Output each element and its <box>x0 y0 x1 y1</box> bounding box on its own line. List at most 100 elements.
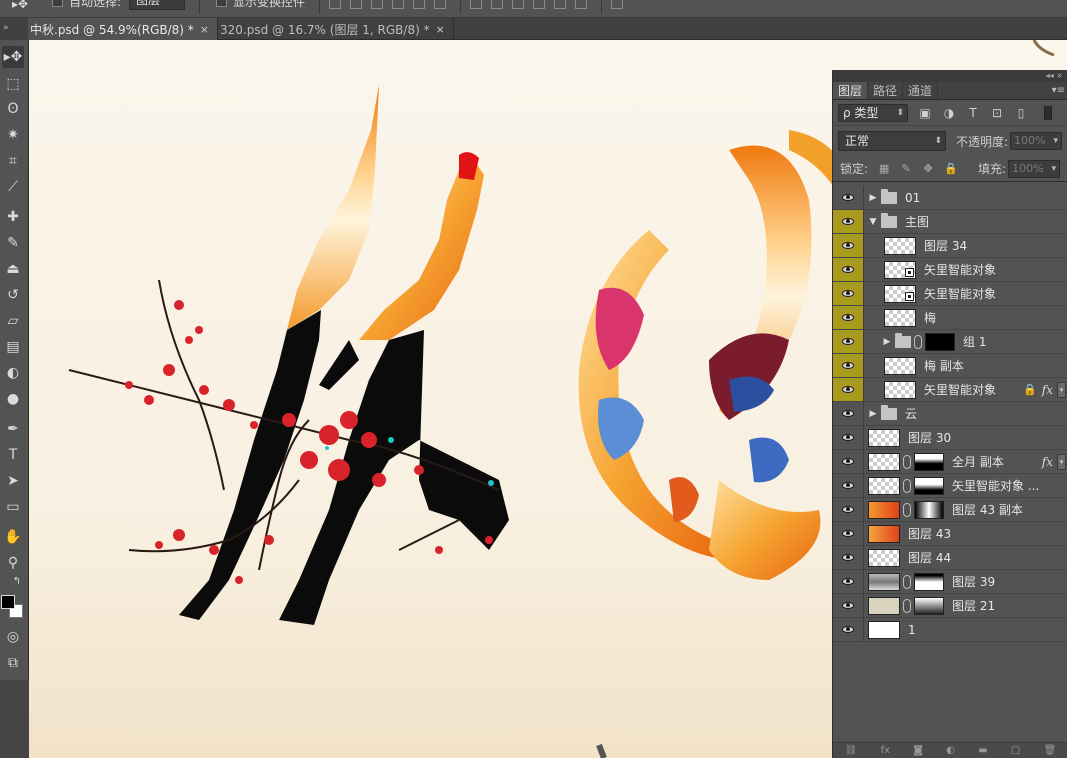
link-chain-icon[interactable] <box>903 502 911 517</box>
shape-tool-icon[interactable]: ▭ <box>2 496 24 518</box>
layer-mask-thumbnail[interactable] <box>914 596 944 615</box>
layer-row[interactable]: 图层 39 <box>833 570 1067 594</box>
layer-row[interactable]: 矢里智能对象 <box>833 282 1067 306</box>
distribute-vcenter-icon[interactable] <box>491 0 504 9</box>
layer-row[interactable]: 矢里智能对象 🔒 fx ▾ <box>833 378 1067 402</box>
layer-row[interactable]: ▶ 组 1 <box>833 330 1067 354</box>
panel-header[interactable]: ◂◂ × <box>833 70 1067 82</box>
filter-smart-object-icon[interactable]: ▯ <box>1014 107 1028 119</box>
link-chain-icon[interactable] <box>903 478 911 493</box>
visibility-toggle[interactable] <box>833 594 864 617</box>
zoom-tool-icon[interactable]: ⚲ <box>2 552 24 574</box>
move-tool-options-icon[interactable]: ▸✥ <box>0 0 36 18</box>
type-tool-icon[interactable]: T <box>2 444 24 466</box>
fx-icon[interactable]: fx <box>1042 383 1053 397</box>
show-transform-checkbox[interactable] <box>216 0 228 7</box>
layer-row[interactable]: 图层 21 <box>833 594 1067 618</box>
blur-tool-icon[interactable]: ◐ <box>2 362 24 384</box>
visibility-toggle[interactable] <box>833 546 864 569</box>
visibility-toggle[interactable] <box>833 234 864 257</box>
eraser-tool-icon[interactable]: ▱ <box>2 310 24 332</box>
visibility-toggle[interactable] <box>833 354 864 377</box>
visibility-toggle[interactable] <box>833 282 864 305</box>
visibility-toggle[interactable] <box>833 402 864 425</box>
distribute-bottom-icon[interactable] <box>512 0 525 9</box>
layer-row[interactable]: 图层 30 <box>833 426 1067 450</box>
lock-position-icon[interactable]: ✥ <box>922 162 934 175</box>
add-mask-icon[interactable]: ◙ <box>913 745 923 756</box>
filter-adjustment-icon[interactable]: ◑ <box>942 107 956 119</box>
clone-stamp-tool-icon[interactable]: ⏏ <box>2 258 24 280</box>
lock-all-icon[interactable]: 🔒 <box>944 162 958 175</box>
lasso-tool-icon[interactable]: ʘ <box>2 98 24 120</box>
dodge-tool-icon[interactable]: ● <box>2 388 24 410</box>
fill-input[interactable]: 100% ▾ <box>1008 159 1061 178</box>
visibility-toggle[interactable] <box>833 378 864 401</box>
visibility-toggle[interactable] <box>833 522 864 545</box>
layer-row[interactable]: ▼ 主图 <box>833 210 1067 234</box>
gradient-tool-icon[interactable]: ▤ <box>2 336 24 358</box>
align-bottom-icon[interactable] <box>371 0 384 9</box>
screen-mode-icon[interactable]: ⧉ <box>2 652 24 674</box>
filter-toggle[interactable] <box>1044 105 1052 120</box>
layer-row[interactable]: 梅 <box>833 306 1067 330</box>
distribute-right-icon[interactable] <box>575 0 588 9</box>
link-chain-icon[interactable] <box>903 598 911 613</box>
visibility-toggle[interactable] <box>833 258 864 281</box>
magic-wand-tool-icon[interactable]: ✷ <box>2 124 24 146</box>
visibility-toggle[interactable] <box>833 426 864 449</box>
visibility-toggle[interactable] <box>833 618 864 641</box>
expand-arrow-icon[interactable]: ▶ <box>882 337 892 347</box>
add-style-icon[interactable]: fx <box>881 745 890 756</box>
color-swatches[interactable] <box>1 595 27 623</box>
blend-mode-dropdown[interactable]: 正常 ⬍ <box>838 131 946 151</box>
doc-tab-zhongqiu[interactable]: 中秋.psd @ 54.9%(RGB/8) * × <box>28 18 218 40</box>
doc-tab-320[interactable]: 320.psd @ 16.7% (图层 1, RGB/8) * × <box>218 18 454 40</box>
filter-shape-icon[interactable]: ⊡ <box>990 107 1004 119</box>
auto-align-icon[interactable] <box>611 0 624 9</box>
close-icon[interactable]: × <box>200 23 209 36</box>
align-hcenter-icon[interactable] <box>413 0 426 9</box>
auto-select-dropdown[interactable]: 图层 <box>129 0 186 10</box>
pen-tool-icon[interactable]: ✒ <box>2 418 24 440</box>
hand-tool-icon[interactable]: ✋ <box>2 526 24 548</box>
link-layers-icon[interactable]: ⛓ <box>845 745 858 756</box>
new-layer-icon[interactable]: ▢ <box>1011 745 1020 756</box>
eyedropper-tool-icon[interactable]: ⟋ <box>2 176 24 198</box>
layer-row[interactable]: 图层 43 <box>833 522 1067 546</box>
collapse-toolbar-icon[interactable]: » <box>0 18 28 40</box>
chevron-down-icon[interactable]: ▾ <box>1057 381 1066 398</box>
tab-channels[interactable]: 通道 <box>903 82 939 99</box>
expand-arrow-icon[interactable]: ▶ <box>868 409 878 419</box>
lock-transparency-icon[interactable]: ▦ <box>878 162 890 175</box>
layer-row[interactable]: 矢里智能对象 <box>833 258 1067 282</box>
align-vcenter-icon[interactable] <box>350 0 363 9</box>
layer-row[interactable]: 矢里智能对象 ... <box>833 474 1067 498</box>
lock-pixels-icon[interactable]: ✎ <box>900 162 912 175</box>
visibility-toggle[interactable] <box>833 330 864 353</box>
layer-row[interactable]: 1 <box>833 618 1067 642</box>
align-left-icon[interactable] <box>392 0 405 9</box>
layer-row[interactable]: 全月 副本 fx ▾ <box>833 450 1067 474</box>
healing-brush-tool-icon[interactable]: ✚ <box>2 206 24 228</box>
visibility-toggle[interactable] <box>833 306 864 329</box>
visibility-toggle[interactable] <box>833 210 864 233</box>
filter-pixel-icon[interactable]: ▣ <box>918 107 932 119</box>
visibility-toggle[interactable] <box>833 186 864 209</box>
layer-row[interactable]: ▶ 01 <box>833 186 1067 210</box>
adjustment-layer-icon[interactable]: ◐ <box>946 745 955 756</box>
visibility-toggle[interactable] <box>833 570 864 593</box>
filter-kind-dropdown[interactable]: ρ 类型 ⬍ <box>838 103 908 122</box>
link-chain-icon[interactable] <box>914 334 922 349</box>
layer-mask-thumbnail[interactable] <box>914 452 944 471</box>
layer-mask-thumbnail[interactable] <box>914 500 944 519</box>
new-group-icon[interactable]: ▬ <box>978 745 987 756</box>
expand-arrow-icon[interactable]: ▶ <box>868 193 878 203</box>
layer-row[interactable]: ▶ 云 <box>833 402 1067 426</box>
tab-layers[interactable]: 图层 <box>833 82 869 99</box>
panel-menu-icon[interactable]: ▾≡ <box>1052 82 1067 99</box>
distribute-top-icon[interactable] <box>470 0 483 9</box>
chevron-down-icon[interactable]: ▾ <box>1054 133 1062 149</box>
visibility-toggle[interactable] <box>833 450 864 473</box>
layer-mask-thumbnail[interactable] <box>914 572 944 591</box>
